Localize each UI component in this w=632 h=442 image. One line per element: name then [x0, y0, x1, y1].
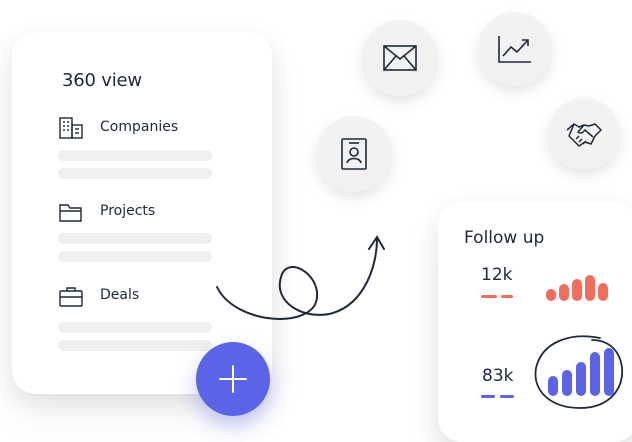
- briefcase-icon: [59, 287, 83, 307]
- item-companies-label: Companies: [100, 119, 179, 135]
- contact-card-icon: [341, 138, 367, 170]
- handshake-button[interactable]: [548, 98, 620, 170]
- sparkbar: [585, 275, 595, 301]
- chart-button[interactable]: [478, 12, 552, 86]
- contact-button[interactable]: [316, 116, 392, 192]
- mail-button[interactable]: [362, 20, 438, 96]
- highlight-circle: [534, 335, 623, 409]
- metric-indicator: [501, 295, 513, 298]
- sparkbar: [572, 279, 582, 301]
- item-projects-label: Projects: [100, 203, 156, 219]
- skeleton-line: [58, 233, 212, 244]
- connector-arrow: [216, 235, 385, 320]
- sparkbar: [546, 289, 556, 301]
- handshake-icon: [566, 123, 602, 147]
- skeleton-line: [58, 168, 212, 179]
- plus-icon: [219, 365, 247, 393]
- sparkbar: [598, 283, 608, 301]
- metric-indicator: [481, 295, 497, 298]
- line-chart-icon: [498, 36, 531, 63]
- building-icon: [59, 117, 83, 139]
- metric-indicator: [481, 395, 495, 398]
- view-360-card: 360 view Companies Projects Deals: [12, 32, 272, 394]
- metric-indicator: [500, 395, 514, 398]
- skeleton-line: [58, 251, 212, 262]
- skeleton-line: [58, 150, 212, 161]
- mail-icon: [383, 45, 417, 71]
- add-button[interactable]: [196, 342, 270, 416]
- follow-up-card: Follow up 12k 83k: [438, 202, 632, 442]
- follow-up-title: Follow up: [464, 228, 545, 248]
- metric-value: 83k: [482, 366, 514, 386]
- item-deals-label: Deals: [100, 287, 140, 303]
- sparkbar: [559, 284, 569, 301]
- folder-icon: [59, 204, 82, 222]
- metric-value: 12k: [481, 265, 513, 285]
- skeleton-line: [58, 340, 212, 351]
- skeleton-line: [58, 322, 212, 333]
- view-360-title: 360 view: [62, 70, 142, 91]
